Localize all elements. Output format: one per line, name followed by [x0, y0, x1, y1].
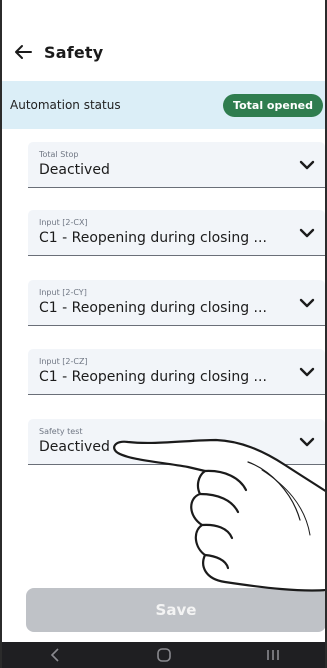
- chevron-down-icon: [299, 228, 315, 238]
- input-2-cz-select[interactable]: Input [2-CZ] C1 - Reopening during closi…: [28, 349, 325, 395]
- automation-status-label: Automation status: [10, 98, 121, 112]
- field-caption: Input [2-CZ]: [39, 357, 88, 366]
- field-value: C1 - Reopening during closing ...: [39, 369, 267, 385]
- chevron-down-icon: [299, 367, 315, 377]
- input-2-cx-select[interactable]: Input [2-CX] C1 - Reopening during closi…: [28, 210, 325, 256]
- system-navigation-bar: [0, 642, 327, 668]
- field-value: Deactived: [39, 162, 110, 178]
- chevron-down-icon: [299, 437, 315, 447]
- safety-test-select[interactable]: Safety test Deactived: [28, 419, 325, 465]
- recent-apps-icon[interactable]: [258, 645, 288, 665]
- home-nav-icon[interactable]: [149, 645, 179, 665]
- field-caption: Safety test: [39, 427, 83, 436]
- field-value: Deactived: [39, 439, 110, 455]
- status-badge: Total opened: [223, 93, 323, 117]
- field-caption: Total Stop: [39, 150, 79, 159]
- automation-status-bar: Automation status Total opened: [0, 81, 327, 129]
- arrow-left-icon[interactable]: [12, 41, 34, 63]
- back-nav-icon[interactable]: [40, 645, 70, 665]
- field-caption: Input [2-CX]: [39, 218, 88, 227]
- save-button[interactable]: Save: [26, 588, 326, 632]
- total-stop-select[interactable]: Total Stop Deactived: [28, 142, 325, 188]
- input-2-cy-select[interactable]: Input [2-CY] C1 - Reopening during closi…: [28, 280, 325, 326]
- page-title: Safety: [44, 42, 104, 62]
- chevron-down-icon: [299, 160, 315, 170]
- field-value: C1 - Reopening during closing ...: [39, 230, 267, 246]
- app-header: Safety: [0, 30, 327, 74]
- field-value: C1 - Reopening during closing ...: [39, 300, 267, 316]
- chevron-down-icon: [299, 298, 315, 308]
- field-caption: Input [2-CY]: [39, 288, 87, 297]
